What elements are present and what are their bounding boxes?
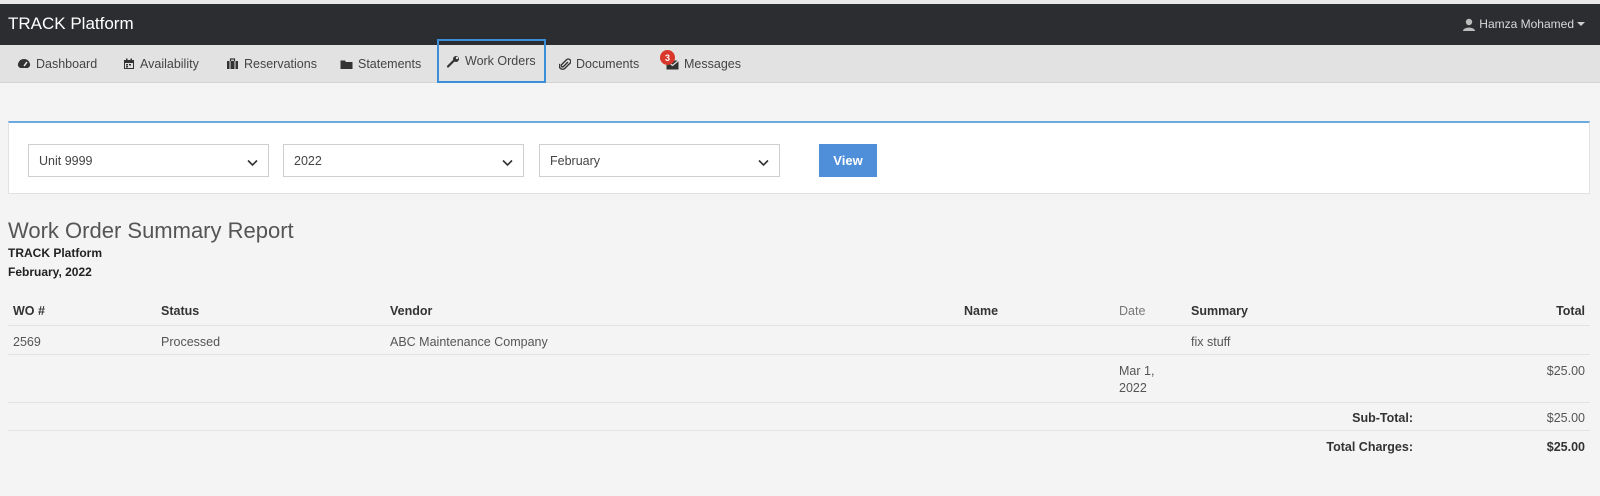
column-header-date: Date xyxy=(1119,304,1146,318)
unit-select-value: Unit 9999 xyxy=(39,154,93,168)
charge-date-line1: Mar 1, xyxy=(1119,364,1155,378)
user-menu[interactable]: Hamza Mohamed xyxy=(1462,17,1585,31)
nav-label: Dashboard xyxy=(36,57,98,71)
nav-label: Messages xyxy=(684,57,741,71)
nav-label: Reservations xyxy=(244,57,317,71)
unit-select[interactable]: Unit 9999 xyxy=(28,144,269,177)
subtotal-label: Sub-Total: xyxy=(1352,411,1413,425)
row-divider xyxy=(8,430,1590,431)
charge-amount: $25.00 xyxy=(1546,364,1585,378)
total-charges-value: $25.00 xyxy=(1546,440,1585,454)
calendar-icon xyxy=(123,58,135,70)
brand-title[interactable]: TRACK Platform xyxy=(8,14,134,34)
column-header-status: Status xyxy=(161,304,200,318)
dashboard-icon xyxy=(17,58,31,70)
report-title: Work Order Summary Report xyxy=(8,218,294,243)
subtotal-value: $25.00 xyxy=(1546,411,1585,425)
total-charges-label: Total Charges: xyxy=(1326,440,1413,454)
app-page: TRACK Platform Hamza Mohamed Dashboard A… xyxy=(0,0,1600,496)
nav-item-messages[interactable]: 3 Messages xyxy=(660,45,741,83)
nav-item-work-orders[interactable]: Work Orders xyxy=(437,39,546,83)
year-select-value: 2022 xyxy=(294,154,322,168)
charge-date-line2: 2022 xyxy=(1119,381,1147,395)
main-navigation: Dashboard Availability Reservations Stat… xyxy=(0,39,1600,83)
status-cell: Processed xyxy=(161,335,221,349)
month-select-value: February xyxy=(550,154,601,168)
header-divider xyxy=(8,325,1590,326)
nav-label: Work Orders xyxy=(465,54,536,68)
wo-number-cell[interactable]: 2569 xyxy=(13,335,41,349)
nav-item-availability[interactable]: Availability xyxy=(123,45,199,83)
column-header-wo: WO # xyxy=(13,304,45,318)
nav-item-documents[interactable]: Documents xyxy=(559,45,639,83)
nav-label: Statements xyxy=(358,57,422,71)
chevron-down-icon xyxy=(502,156,513,170)
chevron-down-icon xyxy=(247,156,258,170)
nav-item-dashboard[interactable]: Dashboard xyxy=(17,45,97,83)
column-header-summary: Summary xyxy=(1191,304,1248,318)
chevron-down-icon xyxy=(758,156,769,170)
nav-item-reservations[interactable]: Reservations xyxy=(226,45,317,83)
summary-cell: fix stuff xyxy=(1191,335,1231,349)
user-name: Hamza Mohamed xyxy=(1479,17,1574,31)
paperclip-icon xyxy=(559,57,571,71)
caret-down-icon xyxy=(1577,21,1585,27)
report-company: TRACK Platform xyxy=(8,246,103,260)
top-header: TRACK Platform Hamza Mohamed xyxy=(0,0,1600,45)
column-header-vendor: Vendor xyxy=(390,304,433,318)
row-divider xyxy=(8,354,1590,355)
view-button[interactable]: View xyxy=(819,144,877,177)
nav-label: Documents xyxy=(576,57,640,71)
row-divider xyxy=(8,402,1590,403)
column-header-total: Total xyxy=(1556,304,1585,318)
column-header-name: Name xyxy=(964,304,999,318)
folder-icon xyxy=(340,59,353,70)
nav-item-statements[interactable]: Statements xyxy=(340,45,421,83)
nav-label: Availability xyxy=(140,57,199,71)
report-period: February, 2022 xyxy=(8,265,92,279)
month-select[interactable]: February xyxy=(539,144,780,177)
unread-count-badge: 3 xyxy=(660,50,675,65)
user-icon xyxy=(1462,18,1476,31)
vendor-cell: ABC Maintenance Company xyxy=(390,335,548,349)
report-filter-panel: Unit 9999 2022 February View xyxy=(8,121,1590,194)
suitcase-icon xyxy=(226,58,239,70)
year-select[interactable]: 2022 xyxy=(283,144,524,177)
wrench-icon xyxy=(447,55,460,68)
